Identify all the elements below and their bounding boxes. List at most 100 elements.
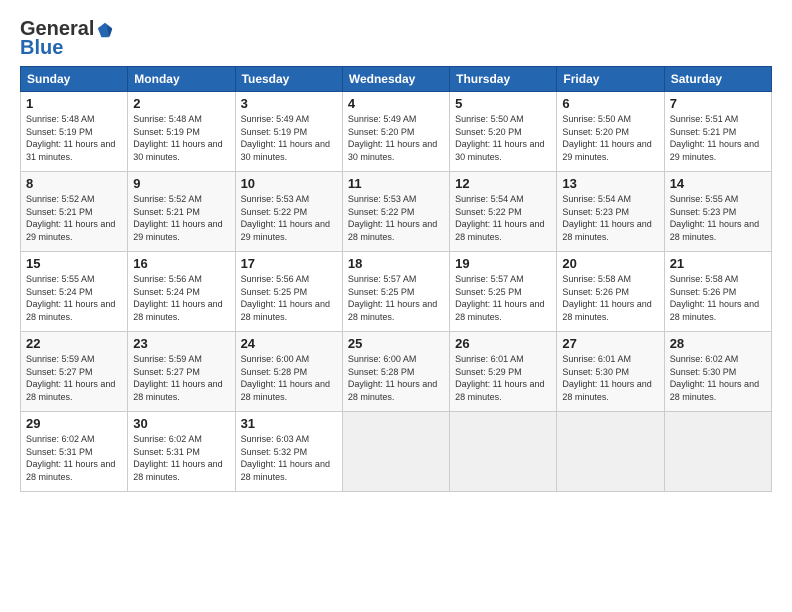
day-info: Sunrise: 5:59 AMSunset: 5:27 PMDaylight:… xyxy=(26,353,122,403)
day-cell: 16 Sunrise: 5:56 AMSunset: 5:24 PMDayligh… xyxy=(128,252,235,332)
calendar-table: SundayMondayTuesdayWednesdayThursdayFrid… xyxy=(20,66,772,492)
day-cell: 13 Sunrise: 5:54 AMSunset: 5:23 PMDayligh… xyxy=(557,172,664,252)
day-cell: 21Sunrise: 5:58 AMSunset: 5:26 PMDayligh… xyxy=(664,252,771,332)
day-cell: 20Sunrise: 5:58 AMSunset: 5:26 PMDayligh… xyxy=(557,252,664,332)
day-cell: 11 Sunrise: 5:53 AMSunset: 5:22 PMDayligh… xyxy=(342,172,449,252)
day-cell: 22 Sunrise: 5:59 AMSunset: 5:27 PMDayligh… xyxy=(21,332,128,412)
day-info: Sunrise: 5:56 AMSunset: 5:25 PMDaylight:… xyxy=(241,273,337,323)
day-number: 20 xyxy=(562,256,658,271)
day-cell: 18 Sunrise: 5:57 AMSunset: 5:25 PMDayligh… xyxy=(342,252,449,332)
day-number: 11 xyxy=(348,176,444,191)
day-number: 8 xyxy=(26,176,122,191)
day-number: 5 xyxy=(455,96,551,111)
day-cell: 15 Sunrise: 5:55 AMSunset: 5:24 PMDayligh… xyxy=(21,252,128,332)
day-number: 25 xyxy=(348,336,444,351)
day-info: Sunrise: 6:00 AMSunset: 5:28 PMDaylight:… xyxy=(241,353,337,403)
day-cell: 30 Sunrise: 6:02 AMSunset: 5:31 PMDayligh… xyxy=(128,412,235,492)
day-number: 13 xyxy=(562,176,658,191)
day-number: 7 xyxy=(670,96,766,111)
day-cell: 6Sunrise: 5:50 AMSunset: 5:20 PMDaylight… xyxy=(557,92,664,172)
day-number: 6 xyxy=(562,96,658,111)
week-row-1: 1 Sunrise: 5:48 AMSunset: 5:19 PMDaylight… xyxy=(21,92,772,172)
logo-blue-text: Blue xyxy=(20,37,63,60)
day-info: Sunrise: 5:51 AMSunset: 5:21 PMDaylight:… xyxy=(670,113,766,163)
day-info: Sunrise: 5:56 AMSunset: 5:24 PMDaylight:… xyxy=(133,273,229,323)
day-cell: 8 Sunrise: 5:52 AMSunset: 5:21 PMDaylight… xyxy=(21,172,128,252)
day-cell: 28 Sunrise: 6:02 AMSunset: 5:30 PMDayligh… xyxy=(664,332,771,412)
day-cell: 4Sunrise: 5:49 AMSunset: 5:20 PMDaylight… xyxy=(342,92,449,172)
header: General Blue xyxy=(20,18,772,60)
day-cell: 25 Sunrise: 6:00 AMSunset: 5:28 PMDayligh… xyxy=(342,332,449,412)
day-cell: 5Sunrise: 5:50 AMSunset: 5:20 PMDaylight… xyxy=(450,92,557,172)
col-header-friday: Friday xyxy=(557,67,664,92)
day-number: 22 xyxy=(26,336,122,351)
day-cell: 10 Sunrise: 5:53 AMSunset: 5:22 PMDayligh… xyxy=(235,172,342,252)
day-number: 10 xyxy=(241,176,337,191)
week-row-4: 22 Sunrise: 5:59 AMSunset: 5:27 PMDayligh… xyxy=(21,332,772,412)
day-cell: 3 Sunrise: 5:49 AMSunset: 5:19 PMDaylight… xyxy=(235,92,342,172)
day-cell: 29 Sunrise: 6:02 AMSunset: 5:31 PMDayligh… xyxy=(21,412,128,492)
day-cell: 31 Sunrise: 6:03 AMSunset: 5:32 PMDayligh… xyxy=(235,412,342,492)
day-info: Sunrise: 5:48 AMSunset: 5:19 PMDaylight:… xyxy=(26,113,122,163)
day-info: Sunrise: 5:52 AMSunset: 5:21 PMDaylight:… xyxy=(133,193,229,243)
day-number: 15 xyxy=(26,256,122,271)
col-header-tuesday: Tuesday xyxy=(235,67,342,92)
day-number: 21 xyxy=(670,256,766,271)
day-info: Sunrise: 5:53 AMSunset: 5:22 PMDaylight:… xyxy=(348,193,444,243)
day-info: Sunrise: 6:03 AMSunset: 5:32 PMDaylight:… xyxy=(241,433,337,483)
day-info: Sunrise: 5:57 AMSunset: 5:25 PMDaylight:… xyxy=(455,273,551,323)
day-number: 3 xyxy=(241,96,337,111)
day-info: Sunrise: 5:54 AMSunset: 5:22 PMDaylight:… xyxy=(455,193,551,243)
col-header-sunday: Sunday xyxy=(21,67,128,92)
day-info: Sunrise: 5:54 AMSunset: 5:23 PMDaylight:… xyxy=(562,193,658,243)
day-info: Sunrise: 6:00 AMSunset: 5:28 PMDaylight:… xyxy=(348,353,444,403)
week-row-3: 15 Sunrise: 5:55 AMSunset: 5:24 PMDayligh… xyxy=(21,252,772,332)
day-info: Sunrise: 5:57 AMSunset: 5:25 PMDaylight:… xyxy=(348,273,444,323)
day-cell: 7 Sunrise: 5:51 AMSunset: 5:21 PMDaylight… xyxy=(664,92,771,172)
day-cell: 1 Sunrise: 5:48 AMSunset: 5:19 PMDaylight… xyxy=(21,92,128,172)
day-cell: 17 Sunrise: 5:56 AMSunset: 5:25 PMDayligh… xyxy=(235,252,342,332)
day-number: 28 xyxy=(670,336,766,351)
day-cell: 24Sunrise: 6:00 AMSunset: 5:28 PMDayligh… xyxy=(235,332,342,412)
day-number: 1 xyxy=(26,96,122,111)
week-row-2: 8 Sunrise: 5:52 AMSunset: 5:21 PMDaylight… xyxy=(21,172,772,252)
day-number: 18 xyxy=(348,256,444,271)
day-info: Sunrise: 5:59 AMSunset: 5:27 PMDaylight:… xyxy=(133,353,229,403)
day-info: Sunrise: 6:01 AMSunset: 5:30 PMDaylight:… xyxy=(562,353,658,403)
day-info: Sunrise: 5:48 AMSunset: 5:19 PMDaylight:… xyxy=(133,113,229,163)
day-info: Sunrise: 5:52 AMSunset: 5:21 PMDaylight:… xyxy=(26,193,122,243)
day-number: 31 xyxy=(241,416,337,431)
day-info: Sunrise: 5:55 AMSunset: 5:23 PMDaylight:… xyxy=(670,193,766,243)
day-number: 23 xyxy=(133,336,229,351)
day-info: Sunrise: 6:02 AMSunset: 5:30 PMDaylight:… xyxy=(670,353,766,403)
day-number: 30 xyxy=(133,416,229,431)
day-cell: 27 Sunrise: 6:01 AMSunset: 5:30 PMDayligh… xyxy=(557,332,664,412)
week-row-5: 29 Sunrise: 6:02 AMSunset: 5:31 PMDayligh… xyxy=(21,412,772,492)
day-number: 4 xyxy=(348,96,444,111)
day-info: Sunrise: 6:01 AMSunset: 5:29 PMDaylight:… xyxy=(455,353,551,403)
day-info: Sunrise: 6:02 AMSunset: 5:31 PMDaylight:… xyxy=(26,433,122,483)
day-info: Sunrise: 5:49 AMSunset: 5:19 PMDaylight:… xyxy=(241,113,337,163)
day-cell: 12 Sunrise: 5:54 AMSunset: 5:22 PMDayligh… xyxy=(450,172,557,252)
col-header-wednesday: Wednesday xyxy=(342,67,449,92)
day-number: 9 xyxy=(133,176,229,191)
day-info: Sunrise: 5:55 AMSunset: 5:24 PMDaylight:… xyxy=(26,273,122,323)
day-info: Sunrise: 5:53 AMSunset: 5:22 PMDaylight:… xyxy=(241,193,337,243)
day-cell xyxy=(664,412,771,492)
header-row: SundayMondayTuesdayWednesdayThursdayFrid… xyxy=(21,67,772,92)
page-container: General Blue SundayMondayTuesdayWednesda… xyxy=(0,0,792,502)
day-number: 27 xyxy=(562,336,658,351)
col-header-monday: Monday xyxy=(128,67,235,92)
day-number: 12 xyxy=(455,176,551,191)
day-number: 14 xyxy=(670,176,766,191)
day-number: 29 xyxy=(26,416,122,431)
day-info: Sunrise: 6:02 AMSunset: 5:31 PMDaylight:… xyxy=(133,433,229,483)
day-cell xyxy=(342,412,449,492)
day-number: 26 xyxy=(455,336,551,351)
day-number: 17 xyxy=(241,256,337,271)
col-header-thursday: Thursday xyxy=(450,67,557,92)
col-header-saturday: Saturday xyxy=(664,67,771,92)
day-cell xyxy=(557,412,664,492)
day-number: 16 xyxy=(133,256,229,271)
day-number: 2 xyxy=(133,96,229,111)
